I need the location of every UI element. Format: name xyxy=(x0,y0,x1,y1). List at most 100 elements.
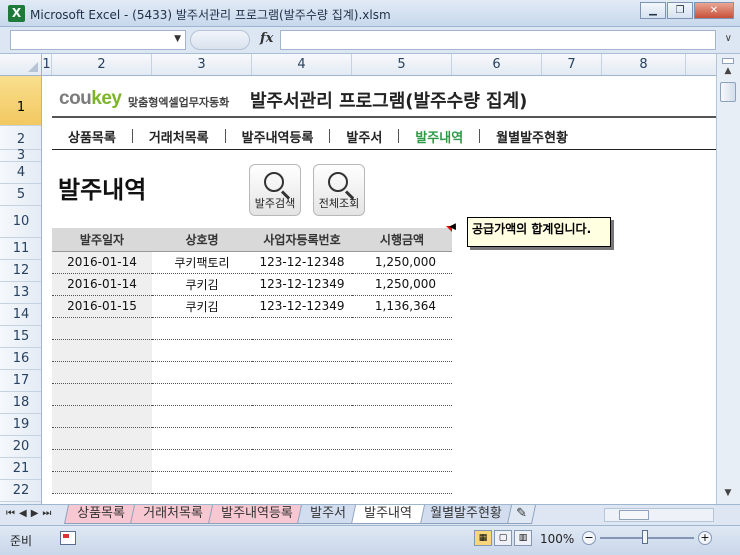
table-row[interactable]: 2016-01-15 쿠키김 123-12-12349 1,136,364 xyxy=(52,295,452,318)
zoom-slider-thumb[interactable] xyxy=(642,530,648,544)
table-cell[interactable]: 쿠키김 xyxy=(152,273,252,296)
insert-sheet-icon[interactable]: ✎ xyxy=(506,505,536,524)
fx-icon[interactable]: fx xyxy=(260,31,273,46)
table-row[interactable] xyxy=(52,427,452,450)
scroll-up-icon[interactable]: ▲ xyxy=(719,66,737,80)
split-handle[interactable] xyxy=(722,58,734,64)
row-header-10[interactable]: 10 xyxy=(0,206,41,238)
table-cell[interactable] xyxy=(52,383,152,406)
menu-item[interactable]: 상품목록 xyxy=(68,127,116,146)
table-cell[interactable] xyxy=(352,405,452,428)
row-header-16[interactable]: 16 xyxy=(0,348,41,370)
table-row[interactable]: 2016-01-14 쿠키김 123-12-12349 1,250,000 xyxy=(52,273,452,296)
zoom-level[interactable]: 100% xyxy=(540,532,574,546)
zoom-out-icon[interactable]: − xyxy=(582,531,596,545)
table-cell[interactable] xyxy=(152,361,252,384)
expand-formula-bar-icon[interactable]: ∨ xyxy=(725,33,732,44)
table-row[interactable] xyxy=(52,383,452,406)
table-cell[interactable] xyxy=(352,317,452,340)
table-cell[interactable] xyxy=(352,361,452,384)
table-cell[interactable]: 2016-01-14 xyxy=(52,251,152,274)
table-cell[interactable]: 쿠키팩토리 xyxy=(152,251,252,274)
table-cell[interactable] xyxy=(52,339,152,362)
row-header-19[interactable]: 19 xyxy=(0,414,41,436)
zoom-in-icon[interactable]: + xyxy=(698,531,712,545)
table-row[interactable] xyxy=(52,317,452,340)
table-row[interactable]: 2016-01-14 쿠키팩토리 123-12-12348 1,250,000 xyxy=(52,251,452,274)
column-header-7[interactable]: 7 xyxy=(542,54,602,75)
chevron-down-icon[interactable]: ▼ xyxy=(174,34,181,44)
table-cell[interactable] xyxy=(252,383,352,406)
table-cell[interactable] xyxy=(252,427,352,450)
scroll-thumb[interactable] xyxy=(720,82,736,102)
menu-item[interactable]: 발주서 xyxy=(346,127,382,146)
sheet-tab[interactable]: 발주내역등록 xyxy=(207,505,306,524)
row-header-17[interactable]: 17 xyxy=(0,370,41,392)
table-cell[interactable] xyxy=(52,471,152,494)
column-header-6[interactable]: 6 xyxy=(452,54,542,75)
table-cell[interactable]: 쿠키김 xyxy=(152,295,252,318)
horizontal-scrollbar[interactable] xyxy=(604,508,714,522)
table-cell[interactable] xyxy=(52,449,152,472)
sheet-tab[interactable]: 발주서 xyxy=(297,505,360,524)
menu-item[interactable]: 발주내역 xyxy=(415,127,463,146)
scroll-down-icon[interactable]: ▼ xyxy=(719,488,737,502)
formula-input[interactable] xyxy=(280,30,716,50)
table-cell[interactable] xyxy=(352,383,452,406)
table-cell[interactable]: 123-12-12348 xyxy=(252,251,352,274)
view-all-button[interactable]: 전체조회 xyxy=(313,164,365,216)
normal-view-icon[interactable]: ▦ xyxy=(474,530,492,546)
table-row[interactable] xyxy=(52,405,452,428)
table-cell[interactable] xyxy=(52,361,152,384)
table-cell[interactable] xyxy=(152,383,252,406)
table-cell[interactable] xyxy=(152,427,252,450)
table-cell[interactable] xyxy=(252,449,352,472)
row-header-22[interactable]: 22 xyxy=(0,480,41,502)
table-cell[interactable]: 2016-01-14 xyxy=(52,273,152,296)
column-header-4[interactable]: 4 xyxy=(252,54,352,75)
table-cell[interactable] xyxy=(352,449,452,472)
row-header-11[interactable]: 11 xyxy=(0,238,41,260)
table-cell[interactable]: 123-12-12349 xyxy=(252,295,352,318)
column-header-1[interactable]: 1 xyxy=(42,54,52,75)
table-cell[interactable] xyxy=(352,427,452,450)
table-cell[interactable] xyxy=(252,339,352,362)
table-cell[interactable] xyxy=(352,471,452,494)
table-cell[interactable] xyxy=(352,339,452,362)
table-cell[interactable] xyxy=(52,405,152,428)
order-search-button[interactable]: 발주검색 xyxy=(249,164,301,216)
tab-navigation-icons[interactable]: ⏮◀▶⏭ xyxy=(6,508,55,519)
table-row[interactable] xyxy=(52,449,452,472)
excel-icon[interactable]: X xyxy=(8,5,25,22)
sheet-tab[interactable]: 월별발주현황 xyxy=(417,505,515,524)
table-cell[interactable] xyxy=(152,339,252,362)
row-header-4[interactable]: 4 xyxy=(0,162,41,184)
table-cell[interactable]: 2016-01-15 xyxy=(52,295,152,318)
table-cell[interactable]: 1,136,364 xyxy=(352,295,452,318)
menu-item[interactable]: 거래처목록 xyxy=(149,127,209,146)
row-header-2[interactable]: 2 xyxy=(0,126,41,150)
table-cell[interactable]: 1,250,000 xyxy=(352,273,452,296)
sheet-tab[interactable]: 상품목록 xyxy=(63,505,138,524)
table-cell[interactable] xyxy=(52,427,152,450)
row-header-1[interactable]: 1 xyxy=(0,76,41,126)
hscroll-thumb[interactable] xyxy=(619,510,649,520)
row-header-14[interactable]: 14 xyxy=(0,304,41,326)
row-header-5[interactable]: 5 xyxy=(0,184,41,206)
worksheet[interactable]: coukey 맞춤형엑셀업무자동화 발주서관리 프로그램(발주수량 집계) 상품… xyxy=(42,76,716,504)
row-header-13[interactable]: 13 xyxy=(0,282,41,304)
row-header-21[interactable]: 21 xyxy=(0,458,41,480)
maximize-button[interactable]: ❐ xyxy=(667,2,693,19)
table-cell[interactable] xyxy=(252,471,352,494)
close-button[interactable]: ✕ xyxy=(694,2,734,19)
table-cell[interactable] xyxy=(152,449,252,472)
page-break-view-icon[interactable]: ▥ xyxy=(514,530,532,546)
table-cell[interactable]: 1,250,000 xyxy=(352,251,452,274)
select-all-corner[interactable] xyxy=(0,54,42,75)
table-cell[interactable]: 123-12-12349 xyxy=(252,273,352,296)
column-header-3[interactable]: 3 xyxy=(152,54,252,75)
vertical-scrollbar[interactable]: ▲ ▼ xyxy=(716,54,740,504)
table-cell[interactable] xyxy=(252,317,352,340)
minimize-button[interactable]: ▁ xyxy=(640,2,666,19)
table-cell[interactable] xyxy=(52,317,152,340)
